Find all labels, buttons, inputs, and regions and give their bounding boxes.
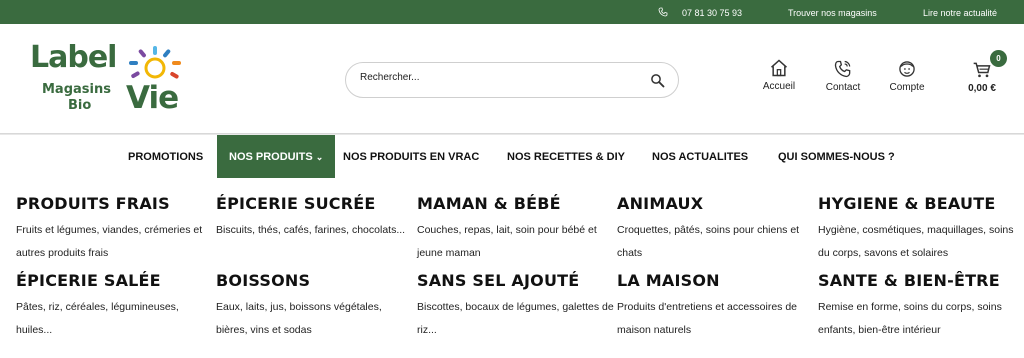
category-title[interactable]: SANTE & BIEN-ÊTRE (818, 271, 1014, 290)
category-title[interactable]: ANIMAUX (617, 194, 817, 213)
nav-recettes-diy[interactable]: NOS RECETTES & DIY (507, 135, 625, 179)
contact-phone-icon (834, 60, 851, 78)
home-link[interactable]: Accueil (758, 58, 800, 92)
contact-link[interactable]: Contact (820, 59, 866, 93)
find-stores-link[interactable]: Trouver nos magasins (788, 8, 877, 18)
category-description: Fruits et légumes, viandes, crémeries et… (16, 224, 203, 259)
phone-number[interactable]: 07 81 30 75 93 (682, 8, 742, 18)
logo-word-bio: Bio (68, 98, 92, 113)
nav-produits-vrac[interactable]: NOS PRODUITS EN VRAC (343, 135, 479, 179)
category-description: Pâtes, riz, céréales, légumineuses, huil… (16, 301, 179, 336)
category-boissons[interactable]: BOISSONS Eaux, laits, jus, boissons végé… (216, 271, 416, 342)
search-input[interactable] (360, 72, 640, 83)
category-description: Eaux, laits, jus, boissons végétales, bi… (216, 301, 382, 336)
category-description: Hygiène, cosmétiques, maquillages, soins… (818, 224, 1014, 259)
category-epicerie-sucree[interactable]: ÉPICERIE SUCRÉE Biscuits, thés, cafés, f… (216, 194, 416, 242)
category-title[interactable]: PRODUITS FRAIS (16, 194, 216, 213)
search-box[interactable] (345, 62, 679, 98)
category-title[interactable]: SANS SEL AJOUTÉ (417, 271, 617, 290)
nav-nos-produits-label: NOS PRODUITS (229, 151, 313, 163)
cart-link[interactable]: 0 0,00 € (958, 50, 1007, 94)
category-animaux[interactable]: ANIMAUX Croquettes, pâtés, soins pour ch… (617, 194, 817, 265)
category-description: Biscuits, thés, cafés, farines, chocolat… (216, 224, 406, 236)
logo-word-magasins: Magasins (42, 82, 111, 97)
phone-icon (658, 7, 682, 19)
category-epicerie-salee[interactable]: ÉPICERIE SALÉE Pâtes, riz, céréales, lég… (16, 271, 216, 342)
read-news-link[interactable]: Lire notre actualité (923, 8, 997, 18)
category-description: Couches, repas, lait, soin pour bébé et … (417, 224, 597, 259)
account-link[interactable]: Compte (884, 59, 930, 93)
category-sante-bien-etre[interactable]: SANTE & BIEN-ÊTRE Remise en forme, soins… (818, 271, 1014, 342)
category-title[interactable]: HYGIENE & BEAUTE (818, 194, 1014, 213)
category-description: Produits d'entretiens et accessoires de … (617, 301, 798, 336)
account-label: Compte (889, 82, 925, 93)
category-maman-bebe[interactable]: MAMAN & BÉBÉ Couches, repas, lait, soin … (417, 194, 617, 265)
top-bar: 07 81 30 75 93 Trouver nos magasins Lire… (0, 0, 1024, 24)
category-description: Croquettes, pâtés, soins pour chiens et … (617, 224, 800, 259)
category-produits-frais[interactable]: PRODUITS FRAIS Fruits et légumes, viande… (16, 194, 216, 265)
account-icon (899, 61, 915, 77)
main-nav: PROMOTIONS NOS PRODUITS ⌄ NOS PRODUITS EN… (0, 134, 1024, 179)
search-icon[interactable] (650, 73, 665, 88)
category-description: Remise en forme, soins du corps, soins e… (818, 301, 1002, 336)
contact-label: Contact (825, 82, 861, 93)
category-sans-sel-ajoute[interactable]: SANS SEL AJOUTÉ Biscottes, bocaux de lég… (417, 271, 617, 342)
category-title[interactable]: BOISSONS (216, 271, 416, 290)
category-hygiene-beaute[interactable]: HYGIENE & BEAUTE Hygiène, cosmétiques, m… (818, 194, 1014, 265)
category-title[interactable]: ÉPICERIE SALÉE (16, 271, 216, 290)
cart-total: 0,00 € (968, 83, 996, 94)
label-vie-logo[interactable]: Label Magasins Bio Vie (28, 38, 188, 122)
home-label: Accueil (762, 81, 796, 92)
chevron-down-icon: ⌄ (315, 152, 324, 162)
products-mega-menu: PRODUITS FRAIS Fruits et légumes, viande… (0, 178, 1024, 358)
site-header: Label Magasins Bio Vie Accueil (0, 24, 1024, 134)
category-title[interactable]: MAMAN & BÉBÉ (417, 194, 617, 213)
nav-promotions[interactable]: PROMOTIONS (128, 135, 203, 179)
category-description: Biscottes, bocaux de légumes, galettes d… (417, 301, 614, 336)
cart-icon (973, 62, 991, 78)
logo-word-label: Label (30, 40, 117, 75)
category-title[interactable]: ÉPICERIE SUCRÉE (216, 194, 416, 213)
nav-nos-produits[interactable]: NOS PRODUITS ⌄ (217, 135, 336, 179)
nav-qui-sommes-nous[interactable]: QUI SOMMES-NOUS ? (778, 135, 895, 179)
nav-actualites[interactable]: NOS ACTUALITES (652, 135, 748, 179)
category-la-maison[interactable]: LA MAISON Produits d'entretiens et acces… (617, 271, 817, 342)
topbar-phone[interactable]: 07 81 30 75 93 (658, 7, 742, 19)
cart-count-badge: 0 (990, 50, 1007, 67)
category-title[interactable]: LA MAISON (617, 271, 817, 290)
home-icon (771, 59, 787, 77)
logo-word-vie: Vie (126, 80, 179, 116)
